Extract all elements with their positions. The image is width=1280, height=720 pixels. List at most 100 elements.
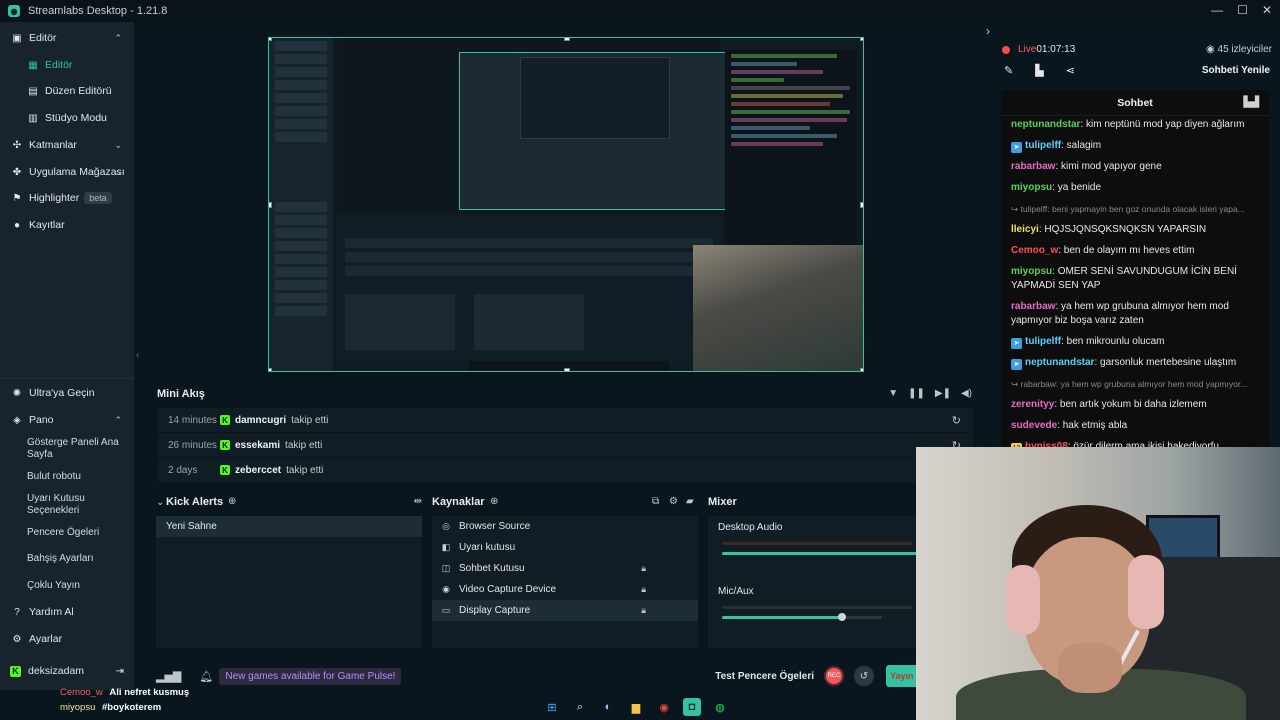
chat-username[interactable]: tulipelff	[1025, 140, 1061, 151]
add-source-button[interactable]: ⊕	[490, 496, 498, 507]
refresh-chat-button[interactable]: Sohbeti Yenile	[1202, 65, 1270, 76]
test-widgets-button[interactable]: Test Pencere Ögeleri	[715, 671, 814, 682]
sidebar-item-cloudbot[interactable]: Bulut robotu	[27, 471, 127, 483]
streamlabs-icon[interactable]: ◘	[683, 698, 701, 716]
edit-stream-info-icon[interactable]: ✎	[1004, 64, 1013, 77]
mute-icon[interactable]: ◀)	[961, 388, 972, 399]
filter-icon[interactable]: ▼	[888, 388, 898, 399]
windows-start-icon[interactable]: ⊞	[543, 698, 561, 716]
source-group-icon[interactable]: ⧉	[652, 496, 659, 507]
sidebar-item-tip-settings[interactable]: Bahşiş Ayarları	[27, 553, 127, 565]
resize-handle[interactable]	[564, 368, 570, 371]
scene-transitions-icon[interactable]: ⇹	[414, 496, 422, 507]
chat-username[interactable]: neptunandstar	[1011, 119, 1080, 130]
clip-icon[interactable]: ▙	[1035, 64, 1043, 77]
stream-preview[interactable]	[268, 37, 864, 372]
share-icon[interactable]: ⋖	[1066, 64, 1075, 77]
sidebar-item-dashboard-home[interactable]: Gösterge Paneli Ana Sayfa	[27, 437, 127, 461]
replay-icon[interactable]: ↻	[952, 414, 961, 427]
source-item-selected[interactable]: ▭ Display Capture 🔒︎	[432, 600, 698, 621]
source-item[interactable]: ◫ Sohbet Kutusu 🔒︎	[432, 558, 698, 579]
source-item[interactable]: ◧ Uyarı kutusu	[432, 537, 698, 558]
sidebar-item-ultra[interactable]: ✺ Ultra'ya Geçin	[0, 387, 134, 399]
sidebar-item-studio-mode[interactable]: ▥ Stüdyo Modu	[0, 112, 134, 124]
chat-username[interactable]: miyopsu	[1011, 182, 1052, 193]
sidebar-item-multistream[interactable]: Çoklu Yayın	[27, 580, 127, 592]
steam-icon[interactable]: ◐	[599, 698, 617, 716]
chevron-down-icon[interactable]: ⌄	[156, 497, 164, 508]
sidebar-item-highlighter[interactable]: ⚑ Highlighter beta	[0, 192, 134, 204]
folder-icon[interactable]: ▰	[686, 496, 694, 507]
sidebar-item-editor[interactable]: ▣ Editör ⌃	[0, 32, 134, 44]
chatters-icon[interactable]: ▙▟	[1244, 97, 1259, 108]
collapse-chat-icon[interactable]: ›	[986, 24, 990, 38]
event-user: zeberccet	[235, 464, 282, 476]
live-status-row: Live 01:07:13 ◉ 45 izleyiciler	[1002, 44, 1272, 55]
volume-slider[interactable]	[722, 552, 918, 555]
chevron-down-icon[interactable]: ⌄	[114, 140, 122, 151]
minimize-button[interactable]: —	[1211, 3, 1223, 17]
sidebar-item-help[interactable]: ? Yardım Al	[0, 606, 134, 618]
replay-buffer-button[interactable]: ↺	[854, 666, 874, 686]
volume-knob[interactable]	[838, 613, 846, 621]
volume-slider[interactable]	[722, 616, 882, 619]
chevron-up-icon[interactable]: ⌃	[114, 33, 122, 44]
chat-message-row: neptunandstar: kim neptünü mod yap diyen…	[1011, 118, 1263, 132]
sidebar-item-recordings[interactable]: ● Kayıtlar	[0, 219, 134, 231]
source-item[interactable]: ◎ Browser Source	[432, 516, 698, 537]
maximize-button[interactable]: ☐	[1237, 3, 1248, 17]
chrome-icon[interactable]: ◉	[655, 698, 673, 716]
chevron-down-icon[interactable]: ⌄	[114, 167, 122, 178]
chat-username[interactable]: tulipelff	[1020, 204, 1047, 214]
sidebar-item-layers[interactable]: ✣ Katmanlar ⌄	[0, 139, 134, 151]
chat-username[interactable]: zerenityy	[1011, 399, 1054, 410]
logout-icon[interactable]: ⇥	[116, 666, 124, 677]
pause-icon[interactable]: ❚❚	[908, 388, 925, 399]
collapse-sidebar-icon[interactable]: ‹	[136, 350, 139, 361]
add-scene-button[interactable]: ⊕	[228, 496, 236, 507]
spotify-icon[interactable]: ◍	[711, 698, 729, 716]
resize-handle[interactable]	[269, 38, 272, 41]
sidebar-item-dashboard[interactable]: ◈ Pano ⌃	[0, 414, 134, 426]
chat-username[interactable]: rabarbaw	[1011, 161, 1055, 172]
sidebar-item-editor-sub[interactable]: ▦ Editör	[0, 59, 134, 71]
chat-username[interactable]: rabarbaw	[1020, 379, 1055, 389]
chat-username[interactable]: tulipelff	[1025, 336, 1061, 347]
resize-handle[interactable]	[269, 368, 272, 371]
chat-username[interactable]: sudevede	[1011, 420, 1057, 431]
source-properties-icon[interactable]: ⚙	[669, 496, 678, 507]
chat-username[interactable]: lleicyi	[1011, 224, 1039, 235]
skip-icon[interactable]: ▶❚	[935, 388, 951, 399]
chat-username[interactable]: neptunandstar	[1025, 357, 1094, 368]
notification-bell-icon[interactable]: 🔔︎	[199, 670, 213, 683]
performance-stats-icon[interactable]: ▂▅▇	[156, 670, 181, 683]
sidebar-item-app-store[interactable]: ✤ Uygulama Mağazası ⌄	[0, 166, 134, 178]
record-button[interactable]: REC	[824, 666, 844, 686]
resize-handle[interactable]	[269, 202, 272, 208]
user-account-row[interactable]: K deksizadam ⇥	[0, 660, 134, 682]
scene-item[interactable]: Yeni Sahne	[156, 516, 422, 537]
notification-banner[interactable]: New games available for Game Pulse!	[219, 667, 402, 685]
source-item[interactable]: ◉ Video Capture Device 🔒︎	[432, 579, 698, 600]
chat-message: ben de olayım mı heves ettim	[1063, 245, 1195, 256]
file-explorer-icon[interactable]: ▆	[627, 698, 645, 716]
resize-handle[interactable]	[564, 38, 570, 41]
close-button[interactable]: ✕	[1262, 3, 1272, 17]
search-icon[interactable]: ⌕	[571, 698, 589, 716]
resize-handle[interactable]	[860, 202, 863, 208]
sidebar-item-widgets[interactable]: Pencere Ögeleri	[27, 527, 127, 539]
resize-handle[interactable]	[860, 38, 863, 41]
sidebar-item-settings[interactable]: ⚙ Ayarlar	[0, 633, 134, 645]
chat-username[interactable]: Cemoo_w	[1011, 245, 1058, 256]
lock-icon[interactable]: 🔒︎	[641, 584, 646, 595]
go-live-button[interactable]: Yayın	[886, 665, 916, 687]
lock-icon[interactable]: 🔒︎	[641, 563, 646, 574]
chevron-up-icon[interactable]: ⌃	[114, 415, 122, 426]
chat-username[interactable]: rabarbaw	[1011, 301, 1055, 312]
sidebar-item-alertbox-settings[interactable]: Uyarı Kutusu Seçenekleri	[27, 493, 127, 517]
sidebar-item-layout-editor[interactable]: ▤ Düzen Editörü	[0, 85, 134, 97]
resize-handle[interactable]	[860, 368, 863, 371]
chat-message: garsonluk mertebesine ulaştım	[1100, 357, 1237, 368]
lock-icon[interactable]: 🔒︎	[641, 605, 646, 616]
chat-username[interactable]: miyopsu	[1011, 266, 1052, 277]
